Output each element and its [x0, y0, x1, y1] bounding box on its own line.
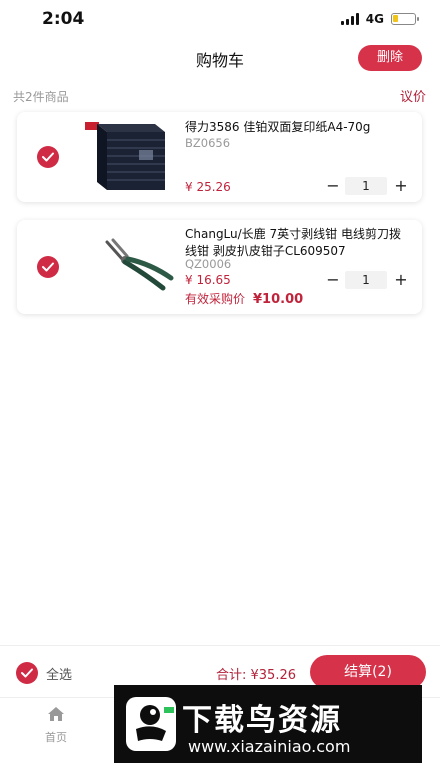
bird-logo-icon	[126, 697, 176, 751]
product-name[interactable]: 得力3586 佳铂双面复印纸A4-70g	[185, 119, 408, 136]
product-price: ¥ 16.65	[185, 273, 231, 287]
checkmark-icon	[42, 262, 54, 272]
increase-button[interactable]: +	[392, 270, 410, 290]
tab-home-label: 首页	[45, 731, 67, 744]
status-bar: 2:04 4G	[0, 0, 440, 38]
effective-price-label: 有效采购价	[185, 292, 246, 306]
tab-home[interactable]: 首页	[38, 706, 74, 745]
home-icon	[48, 707, 64, 721]
product-image-wire-stripper[interactable]	[93, 234, 177, 294]
status-icons: 4G	[340, 12, 419, 26]
effective-price-row: 有效采购价 ¥10.00	[185, 290, 303, 307]
battery-icon	[391, 13, 419, 25]
decrease-button[interactable]: −	[324, 176, 342, 196]
select-all-checkbox[interactable]	[16, 662, 38, 684]
product-sku: QZ0006	[185, 257, 232, 271]
item-checkbox[interactable]	[37, 256, 59, 278]
quantity-input[interactable]: 1	[345, 177, 387, 195]
product-name[interactable]: ChangLu/长鹿 7英寸剥线钳 电线剪刀拨线钳 剥皮扒皮钳子CL609507	[185, 226, 408, 260]
product-image-paper[interactable]	[83, 120, 173, 196]
checkout-button[interactable]: 结算(2)	[310, 655, 426, 689]
quantity-stepper: − 1 +	[324, 270, 410, 290]
effective-price: ¥10.00	[253, 292, 304, 307]
item-checkbox[interactable]	[37, 146, 59, 168]
cart-item: 得力3586 佳铂双面复印纸A4-70g BZ0656 ¥ 25.26 − 1 …	[17, 112, 422, 202]
product-sku: BZ0656	[185, 136, 231, 150]
increase-button[interactable]: +	[392, 176, 410, 196]
product-price: ¥ 25.26	[185, 180, 231, 194]
checkmark-icon	[21, 668, 33, 678]
checkmark-icon	[42, 152, 54, 162]
total-amount: 合计: ¥35.26	[216, 668, 296, 683]
delete-button[interactable]: 删除	[358, 45, 422, 71]
decrease-button[interactable]: −	[324, 270, 342, 290]
item-count: 共2件商品	[13, 90, 69, 104]
signal-icon	[340, 13, 359, 25]
watermark: 下载鸟资源 www.xiazainiao.com	[114, 685, 422, 763]
status-time: 2:04	[42, 9, 85, 29]
watermark-url: www.xiazainiao.com	[188, 737, 351, 756]
cart-item: ChangLu/长鹿 7英寸剥线钳 电线剪刀拨线钳 剥皮扒皮钳子CL609507…	[17, 220, 422, 314]
header: 购物车 删除	[0, 38, 440, 78]
network-type: 4G	[365, 12, 384, 26]
select-all-label[interactable]: 全选	[46, 664, 72, 683]
watermark-title: 下载鸟资源	[182, 703, 342, 738]
quantity-input[interactable]: 1	[345, 271, 387, 289]
quantity-stepper: − 1 +	[324, 176, 410, 196]
cart-summary-row: 共2件商品 议价	[0, 86, 440, 106]
negotiate-button[interactable]: 议价	[400, 86, 426, 105]
